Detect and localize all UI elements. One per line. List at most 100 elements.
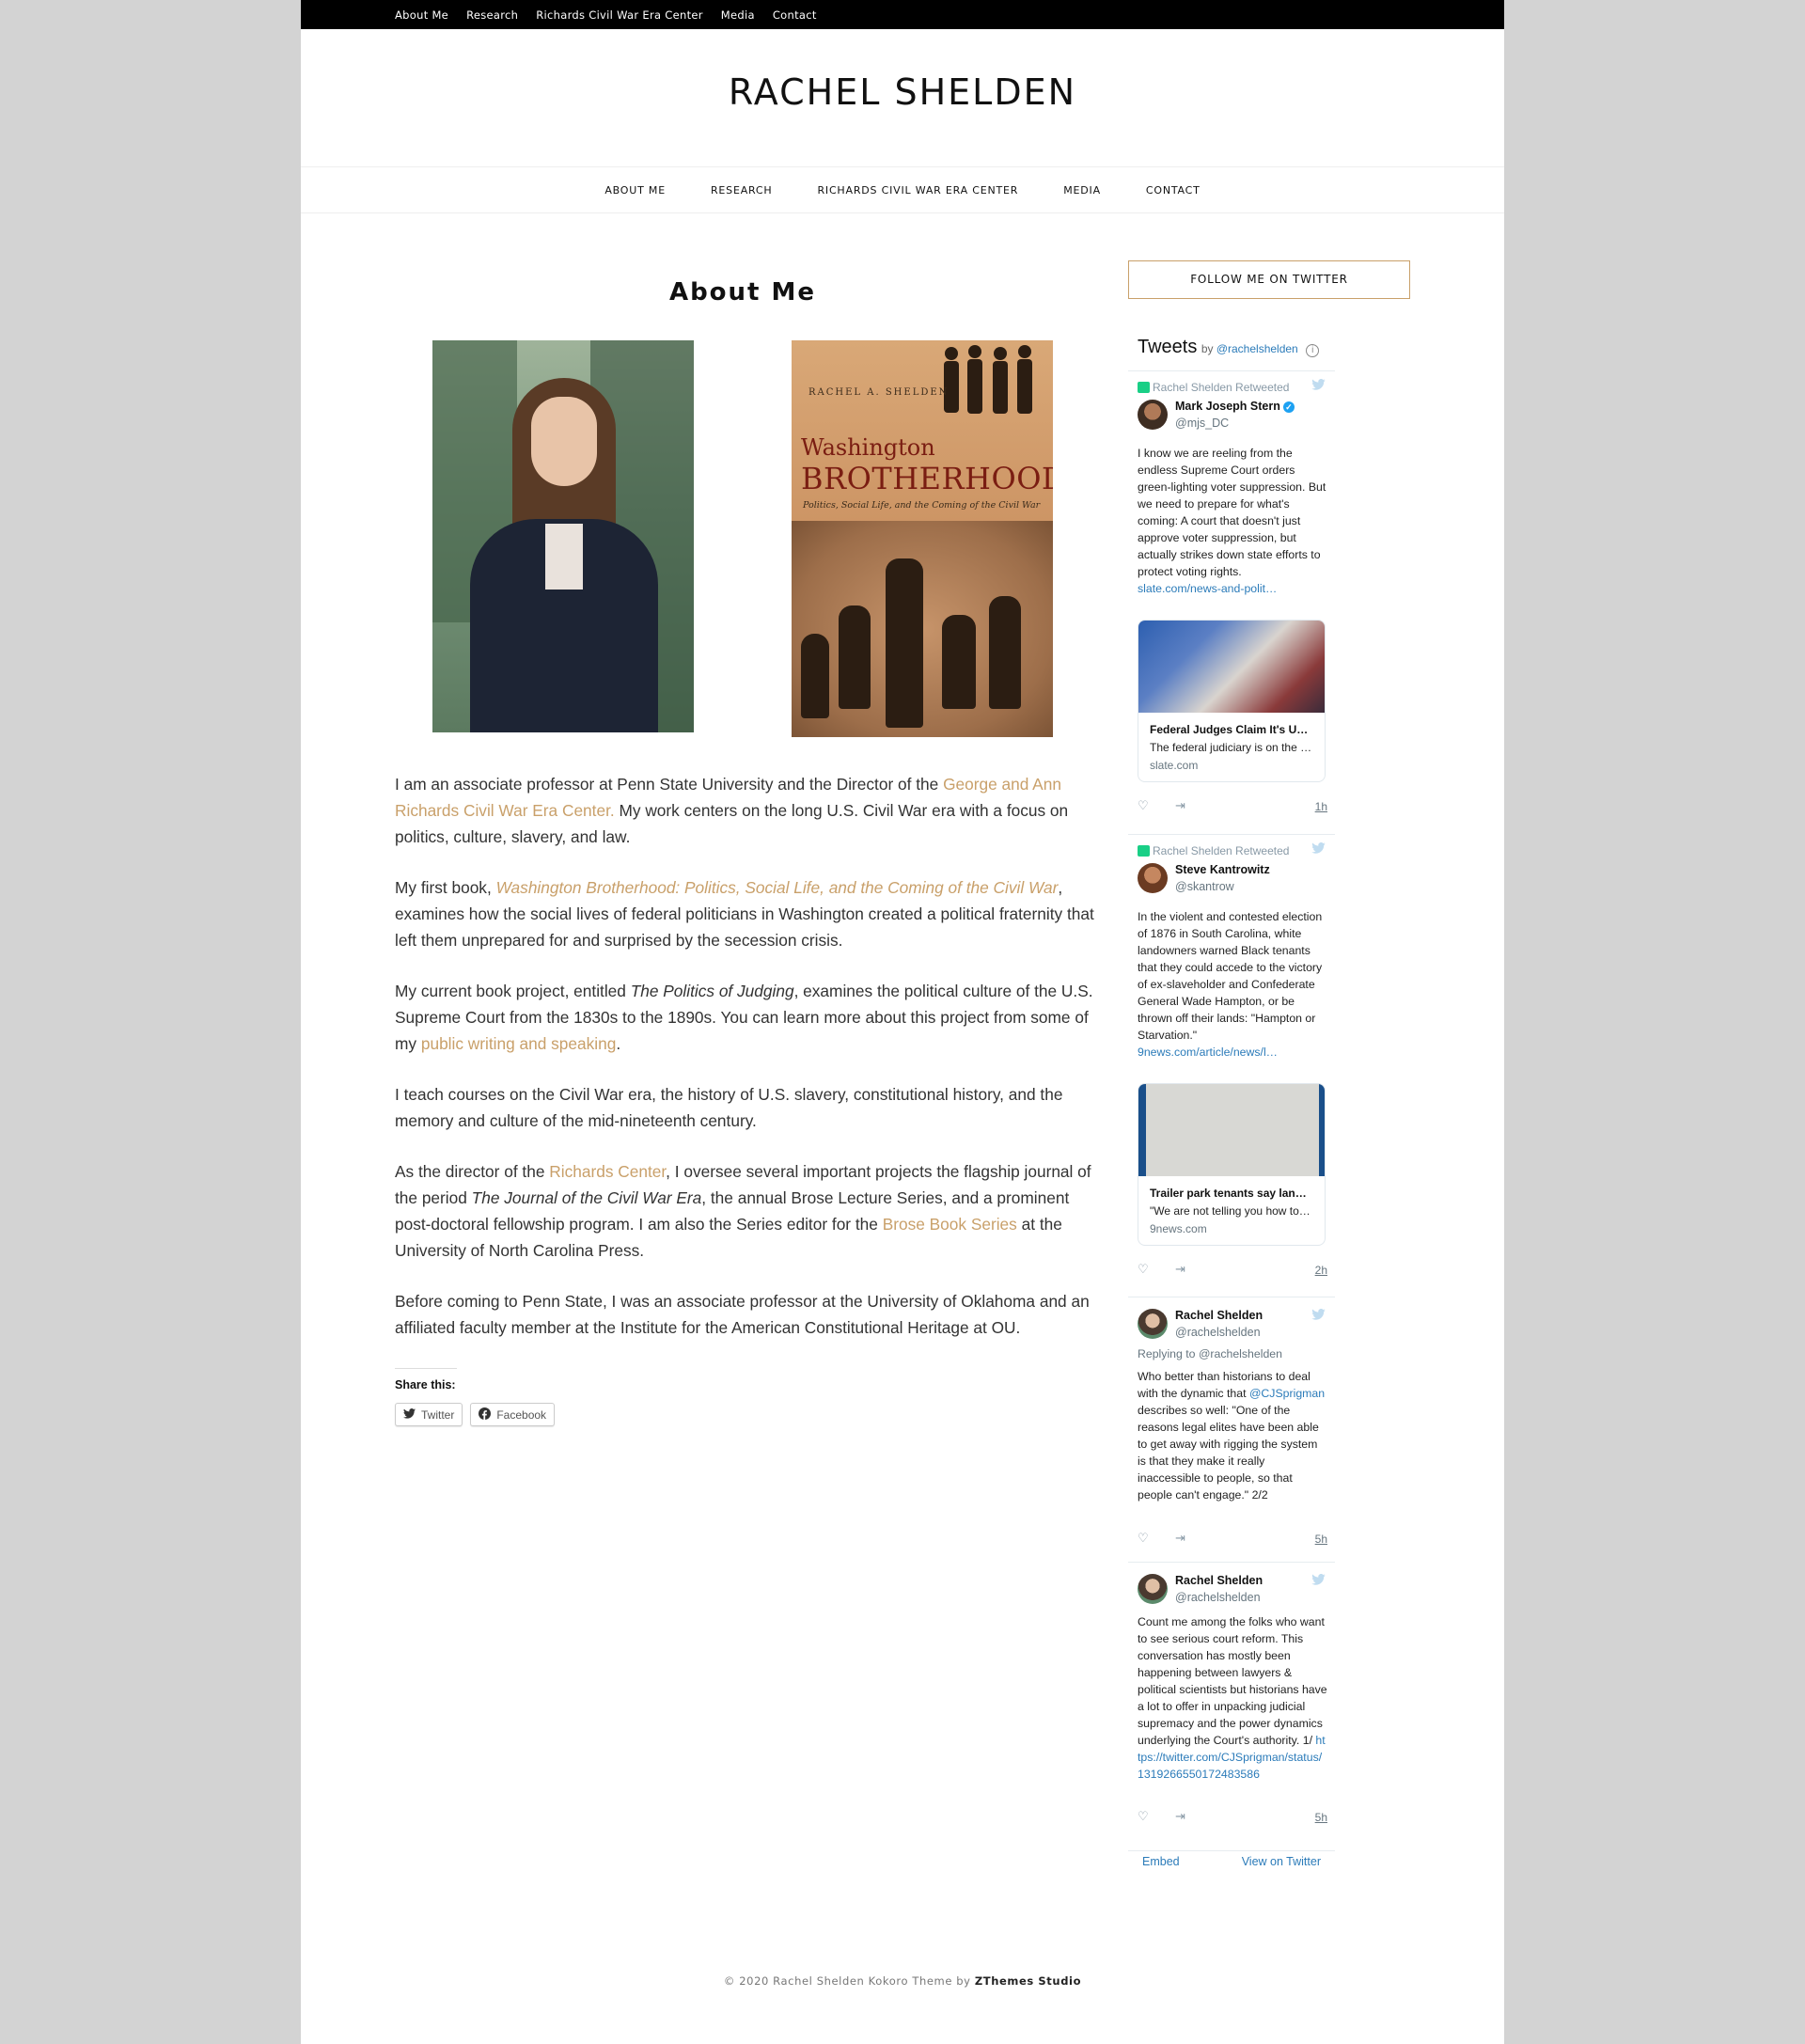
card-image	[1138, 1084, 1325, 1176]
tweet-author-handle[interactable]: @skantrow	[1175, 880, 1234, 893]
book-cover-author: RACHEL A. SHELDEN	[808, 387, 950, 398]
twitter-timeline: Tweets by @rachelshelden i Rachel Shelde…	[1128, 329, 1335, 1824]
site-footer: © 2020 Rachel Shelden Kokoro Theme by ZT…	[301, 1974, 1504, 1988]
tweet-link[interactable]: slate.com/news-and-polit…	[1138, 582, 1277, 595]
tweet-timestamp[interactable]: 5h	[1315, 1533, 1327, 1546]
tweet-author-handle[interactable]: @rachelshelden	[1175, 1326, 1261, 1339]
top-menu-richards-center[interactable]: Richards Civil War Era Center	[536, 8, 703, 22]
twitter-bird-icon[interactable]	[1311, 841, 1326, 854]
share-icon[interactable]: ⇥	[1175, 1809, 1185, 1824]
share-icon[interactable]: ⇥	[1175, 798, 1185, 813]
facebook-icon	[479, 1407, 492, 1423]
twitter-bird-icon[interactable]	[1311, 1573, 1326, 1585]
timeline-handle-link[interactable]: @rachelshelden	[1216, 342, 1298, 355]
tweet-text: I know we are reeling from the endless S…	[1138, 447, 1326, 595]
link-richards-center[interactable]: Richards Center	[549, 1162, 666, 1181]
tweet-link-card[interactable]: Federal Judges Claim It's Unc… The feder…	[1138, 620, 1326, 782]
nav-about[interactable]: ABOUT ME	[604, 184, 666, 197]
retweet-label: Rachel Shelden Retweeted	[1138, 844, 1289, 857]
follow-twitter-button[interactable]: FOLLOW ME ON TWITTER	[1128, 260, 1410, 299]
view-on-twitter-link[interactable]: View on Twitter	[1242, 1855, 1321, 1868]
like-heart-icon[interactable]: ♡	[1138, 798, 1149, 813]
avatar[interactable]	[1138, 1309, 1168, 1339]
avatar[interactable]	[1138, 863, 1168, 893]
twitter-bird-icon[interactable]	[1311, 378, 1326, 390]
tweet-author-name[interactable]: Mark Joseph Stern ✓	[1175, 400, 1295, 413]
link-public-writing[interactable]: public writing and speaking	[421, 1034, 617, 1053]
tweet-author-handle[interactable]: @mjs_DC	[1175, 417, 1229, 430]
card-description: The federal judiciary is on the …	[1150, 741, 1312, 754]
share-twitter-label: Twitter	[421, 1407, 455, 1422]
main-nav: ABOUT ME RESEARCH RICHARDS CIVIL WAR ERA…	[301, 166, 1504, 213]
tweet-actions: ♡ ⇥ 1h	[1138, 798, 1327, 813]
tweet-actions: ♡ ⇥ 5h	[1138, 1809, 1327, 1824]
top-menu-research[interactable]: Research	[466, 8, 518, 22]
card-title: Federal Judges Claim It's Unc…	[1150, 723, 1322, 736]
paragraph-director: As the director of the Richards Center, …	[395, 1162, 1091, 1260]
tweet-timestamp[interactable]: 5h	[1315, 1811, 1327, 1824]
link-brose-book-series[interactable]: Brose Book Series	[883, 1215, 1017, 1234]
twitter-bird-icon	[403, 1407, 416, 1422]
tweet-timestamp[interactable]: 1h	[1315, 800, 1327, 813]
tweet[interactable]: Rachel Shelden @rachelshelden Count me a…	[1128, 1562, 1335, 1840]
site-title[interactable]: RACHEL SHELDEN	[301, 71, 1504, 113]
footer-copyright: © 2020 Rachel Shelden Kokoro Theme by	[723, 1974, 975, 1988]
like-heart-icon[interactable]: ♡	[1138, 1531, 1149, 1546]
share-heading: Share this:	[395, 1368, 457, 1391]
like-heart-icon[interactable]: ♡	[1138, 1262, 1149, 1277]
twitter-bird-icon[interactable]	[1311, 1308, 1326, 1320]
timeline-header: Tweets by @rachelshelden i	[1128, 329, 1335, 366]
tweet-text: Who better than historians to deal with …	[1138, 1370, 1326, 1502]
tweet-actions: ♡ ⇥ 5h	[1138, 1531, 1327, 1546]
tweet-author-name[interactable]: Rachel Shelden	[1175, 1309, 1263, 1322]
mention-link[interactable]: @CJSprigman	[1249, 1387, 1325, 1400]
avatar[interactable]	[1138, 400, 1168, 430]
book-cover-scene	[792, 521, 1053, 737]
embed-link[interactable]: Embed	[1142, 1855, 1180, 1868]
top-bar: About Me Research Richards Civil War Era…	[301, 0, 1504, 29]
tweet-link-card[interactable]: Trailer park tenants say lan… "We are no…	[1138, 1083, 1326, 1246]
timeline-footer: Embed View on Twitter	[1128, 1850, 1335, 1869]
card-domain: 9news.com	[1150, 1222, 1207, 1235]
share-icon[interactable]: ⇥	[1175, 1262, 1185, 1277]
share-section: Share this: Twitter Facebook	[395, 1368, 562, 1426]
verified-badge-icon: ✓	[1282, 401, 1295, 413]
tweet[interactable]: Rachel Shelden @rachelshelden Replying t…	[1128, 1297, 1335, 1562]
book-cover-title-line2: BROTHERHOOD	[801, 461, 1053, 496]
reply-to-handle-link[interactable]: @rachelshelden	[1199, 1347, 1282, 1360]
tweet-author-name[interactable]: Rachel Shelden	[1175, 1574, 1263, 1587]
info-icon[interactable]: i	[1306, 344, 1320, 357]
nav-media[interactable]: MEDIA	[1063, 184, 1101, 197]
avatar[interactable]	[1138, 1574, 1168, 1604]
nav-contact[interactable]: CONTACT	[1146, 184, 1201, 197]
retweet-label: Rachel Shelden Retweeted	[1138, 381, 1289, 394]
share-twitter-button[interactable]: Twitter	[395, 1403, 463, 1426]
tweet-text: In the violent and contested election of…	[1138, 910, 1323, 1059]
book-cover-illustration	[944, 345, 1032, 414]
about-content: I am an associate professor at Penn Stat…	[395, 771, 1095, 1365]
top-menu-contact[interactable]: Contact	[773, 8, 817, 22]
tweet-author-handle[interactable]: @rachelshelden	[1175, 1591, 1261, 1604]
nav-research[interactable]: RESEARCH	[711, 184, 773, 197]
book-cover-title-line1: Washington	[801, 434, 935, 461]
top-menu-media[interactable]: Media	[721, 8, 755, 22]
footer-studio-link[interactable]: ZThemes Studio	[975, 1974, 1081, 1988]
like-heart-icon[interactable]: ♡	[1138, 1809, 1149, 1824]
nav-richards-center[interactable]: RICHARDS CIVIL WAR ERA CENTER	[817, 184, 1018, 197]
tweet[interactable]: Rachel Shelden Retweeted Steve Kantrowit…	[1128, 834, 1335, 1277]
retweet-icon	[1138, 382, 1150, 393]
tweet-timestamp[interactable]: 2h	[1315, 1264, 1327, 1277]
book-cover-image: RACHEL A. SHELDEN Washington BROTHERHOOD…	[792, 340, 1053, 737]
card-domain: slate.com	[1150, 759, 1199, 772]
timeline-by: by @rachelshelden	[1201, 342, 1298, 355]
tweet-link[interactable]: 9news.com/article/news/l…	[1138, 1046, 1278, 1059]
link-washington-brotherhood[interactable]: Washington Brotherhood: Politics, Social…	[496, 878, 1059, 897]
share-icon[interactable]: ⇥	[1175, 1531, 1185, 1546]
tweet[interactable]: Rachel Shelden Retweeted Mark Joseph Ste…	[1128, 370, 1335, 813]
card-description: "We are not telling you how to…	[1150, 1204, 1311, 1218]
tweet-author-name[interactable]: Steve Kantrowitz	[1175, 863, 1270, 876]
share-facebook-button[interactable]: Facebook	[470, 1403, 556, 1426]
top-menu-about[interactable]: About Me	[395, 8, 448, 22]
paragraph-previous: Before coming to Penn State, I was an as…	[395, 1292, 1090, 1337]
paragraph-current-project: My current book project, entitled The Po…	[395, 982, 1093, 1053]
